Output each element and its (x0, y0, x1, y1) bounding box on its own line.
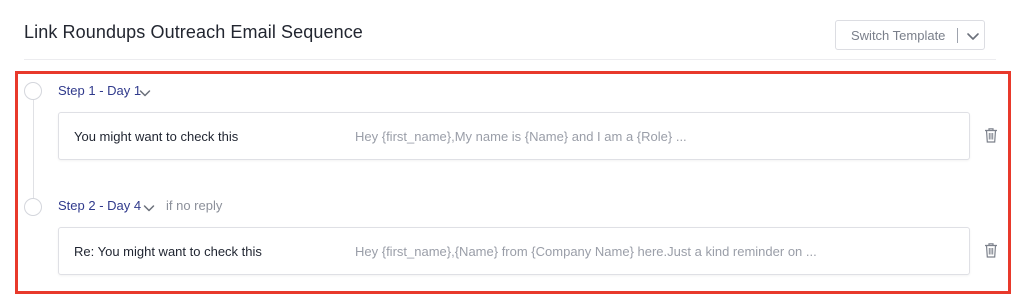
header-divider (24, 59, 996, 60)
step-2-email-card[interactable]: Re: You might want to check this Hey {fi… (58, 227, 970, 275)
chevron-down-icon[interactable] (965, 28, 981, 44)
step-1-email-card[interactable]: You might want to check this Hey {first_… (58, 112, 970, 160)
step-1-chevron-down-icon[interactable] (138, 86, 152, 100)
page-title: Link Roundups Outreach Email Sequence (24, 22, 363, 42)
switch-template-label: Switch Template (851, 28, 946, 43)
email-preview: Hey {first_name},{Name} from {Company Na… (355, 244, 817, 259)
email-preview: Hey {first_name},My name is {Name} and I… (355, 129, 687, 144)
step-2-chevron-down-icon[interactable] (142, 201, 156, 215)
step-2-title[interactable]: Step 2 - Day 4 (58, 198, 141, 213)
step-2-marker (24, 198, 42, 216)
email-subject: You might want to check this (74, 129, 239, 144)
page-header: Link Roundups Outreach Email Sequence Sw… (0, 0, 1024, 62)
step-1-title[interactable]: Step 1 - Day 1 (58, 83, 141, 98)
timeline-connector (33, 99, 34, 199)
trash-icon[interactable] (984, 127, 998, 143)
email-subject: Re: You might want to check this (74, 244, 262, 259)
switch-template-button[interactable]: Switch Template (835, 20, 985, 50)
step-1-marker (24, 82, 42, 100)
step-2-condition: if no reply (166, 198, 223, 213)
trash-icon[interactable] (984, 242, 998, 258)
switch-template-separator (957, 28, 958, 43)
